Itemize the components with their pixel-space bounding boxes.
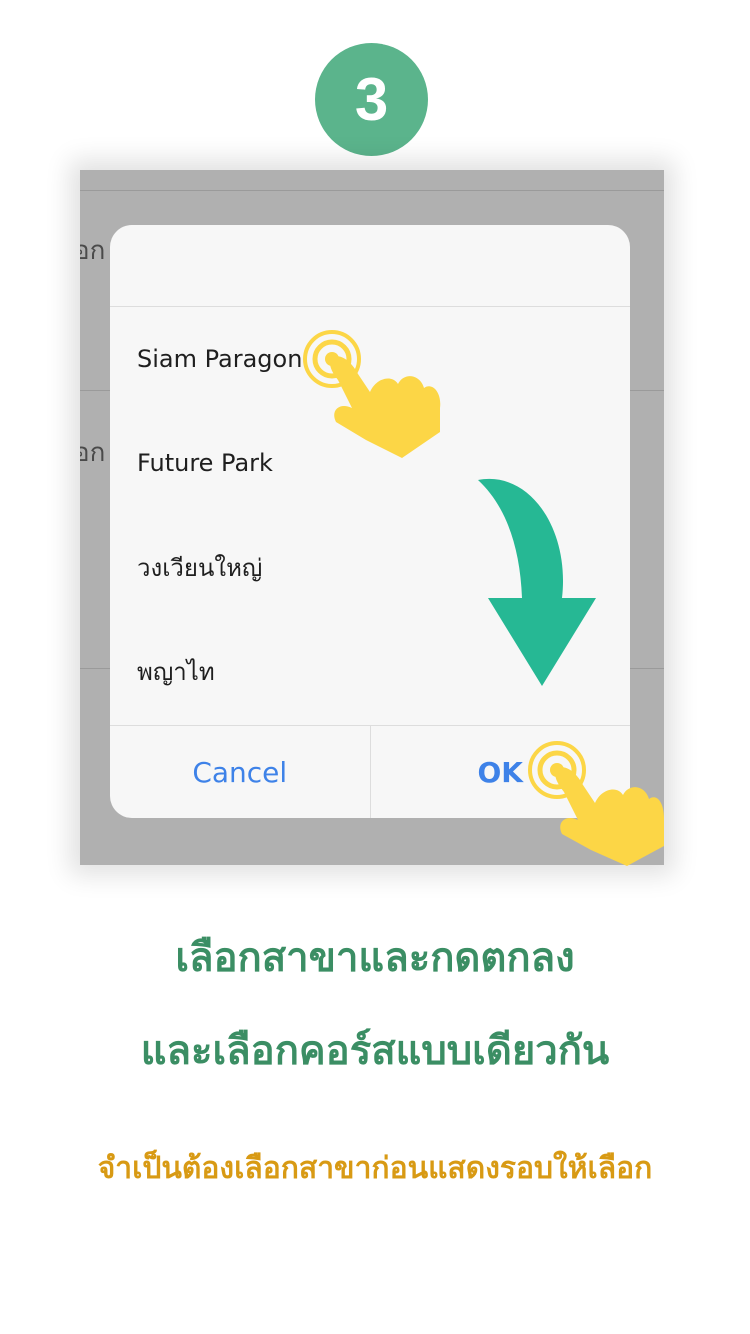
instruction-line-2: และเลือกคอร์สแบบเดียวกัน (140, 1028, 610, 1074)
down-arrow-icon (478, 478, 596, 686)
tap-hand-icon (528, 741, 664, 866)
tutorial-overlay (303, 330, 664, 866)
tap-hand-icon (303, 330, 441, 458)
instruction-line-1: เลือกสาขาและกดตกลง (175, 935, 575, 981)
instruction-note: จำเป็นต้องเลือกสาขาก่อนแสดงรอบให้เลือก (97, 1151, 653, 1186)
